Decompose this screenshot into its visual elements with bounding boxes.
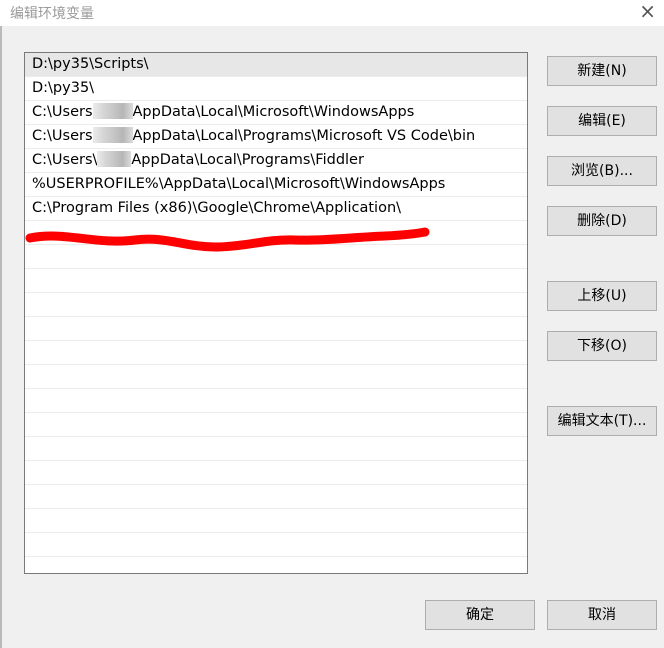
- delete-button[interactable]: 删除(D): [547, 206, 657, 236]
- new-button[interactable]: 新建(N): [547, 56, 657, 86]
- edit-text-button[interactable]: 编辑文本(T)...: [547, 406, 657, 436]
- window-title: 编辑环境变量: [10, 6, 94, 22]
- edit-button[interactable]: 编辑(E): [547, 106, 657, 136]
- title-bar: 编辑环境变量 ×: [0, 0, 664, 26]
- red-annotation-scribble: [25, 227, 430, 252]
- move-up-button[interactable]: 上移(U): [547, 281, 657, 311]
- close-icon[interactable]: ×: [639, 0, 656, 22]
- cancel-button[interactable]: 取消: [547, 600, 657, 630]
- browse-button[interactable]: 浏览(B)...: [547, 156, 657, 186]
- path-list[interactable]: D:\py35\Scripts\ D:\py35\ C:\Users AppDat…: [24, 52, 528, 574]
- move-down-button[interactable]: 下移(O): [547, 331, 657, 361]
- ok-button[interactable]: 确定: [425, 600, 535, 630]
